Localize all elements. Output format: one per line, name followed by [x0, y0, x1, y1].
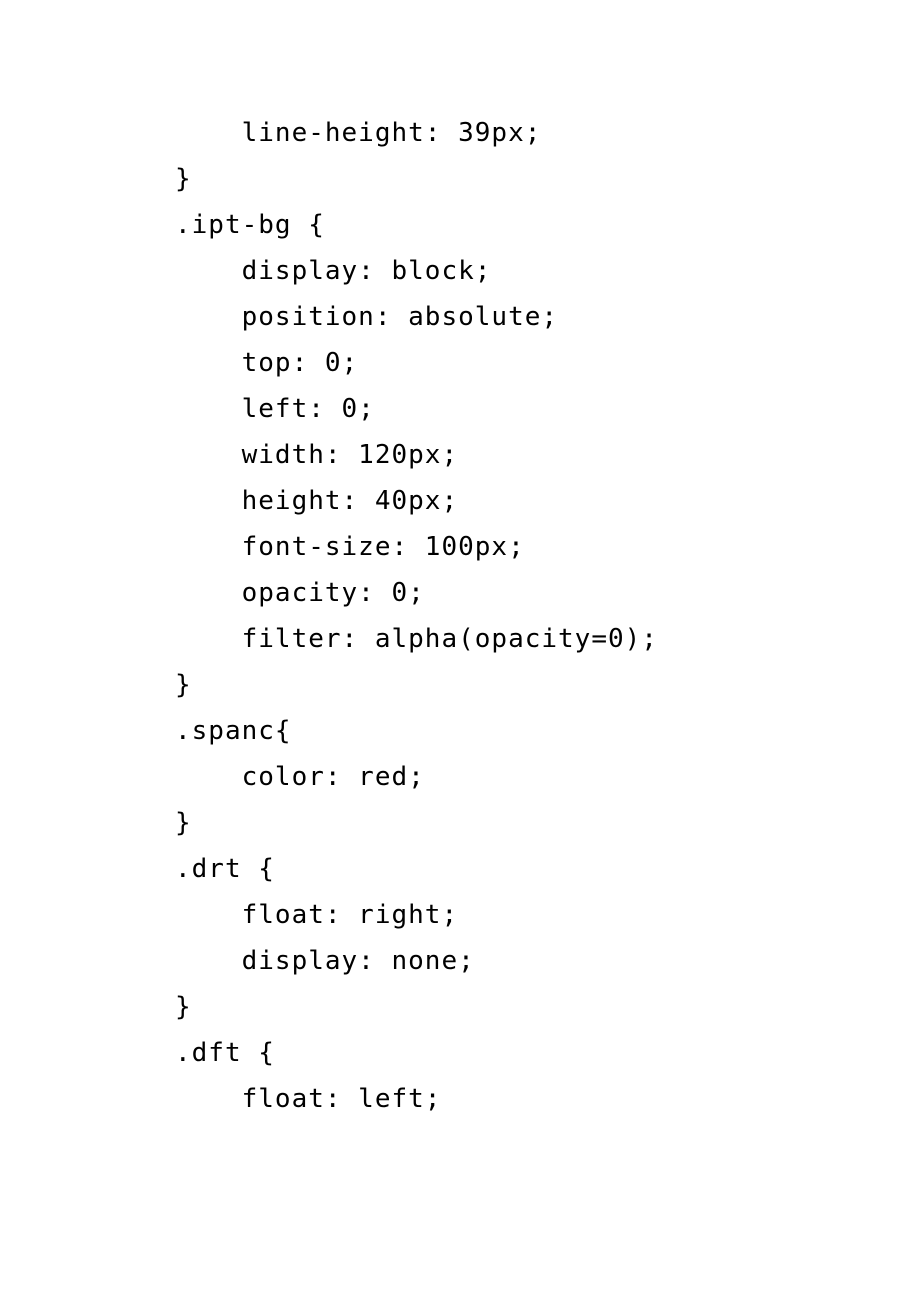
code-line: .drt {: [175, 846, 920, 892]
code-block: line-height: 39px;}.ipt-bg { display: bl…: [0, 0, 920, 1122]
code-line: .ipt-bg {: [175, 202, 920, 248]
code-line: filter: alpha(opacity=0);: [175, 616, 920, 662]
code-line: line-height: 39px;: [175, 110, 920, 156]
code-line: }: [175, 662, 920, 708]
code-line: float: left;: [175, 1076, 920, 1122]
code-line: .spanc{: [175, 708, 920, 754]
code-line: float: right;: [175, 892, 920, 938]
code-line: display: block;: [175, 248, 920, 294]
code-line: left: 0;: [175, 386, 920, 432]
code-line: opacity: 0;: [175, 570, 920, 616]
code-line: color: red;: [175, 754, 920, 800]
code-line: }: [175, 156, 920, 202]
code-line: top: 0;: [175, 340, 920, 386]
code-line: height: 40px;: [175, 478, 920, 524]
code-line: position: absolute;: [175, 294, 920, 340]
code-line: }: [175, 800, 920, 846]
code-line: width: 120px;: [175, 432, 920, 478]
code-line: display: none;: [175, 938, 920, 984]
code-line: }: [175, 984, 920, 1030]
code-line: .dft {: [175, 1030, 920, 1076]
code-line: font-size: 100px;: [175, 524, 920, 570]
